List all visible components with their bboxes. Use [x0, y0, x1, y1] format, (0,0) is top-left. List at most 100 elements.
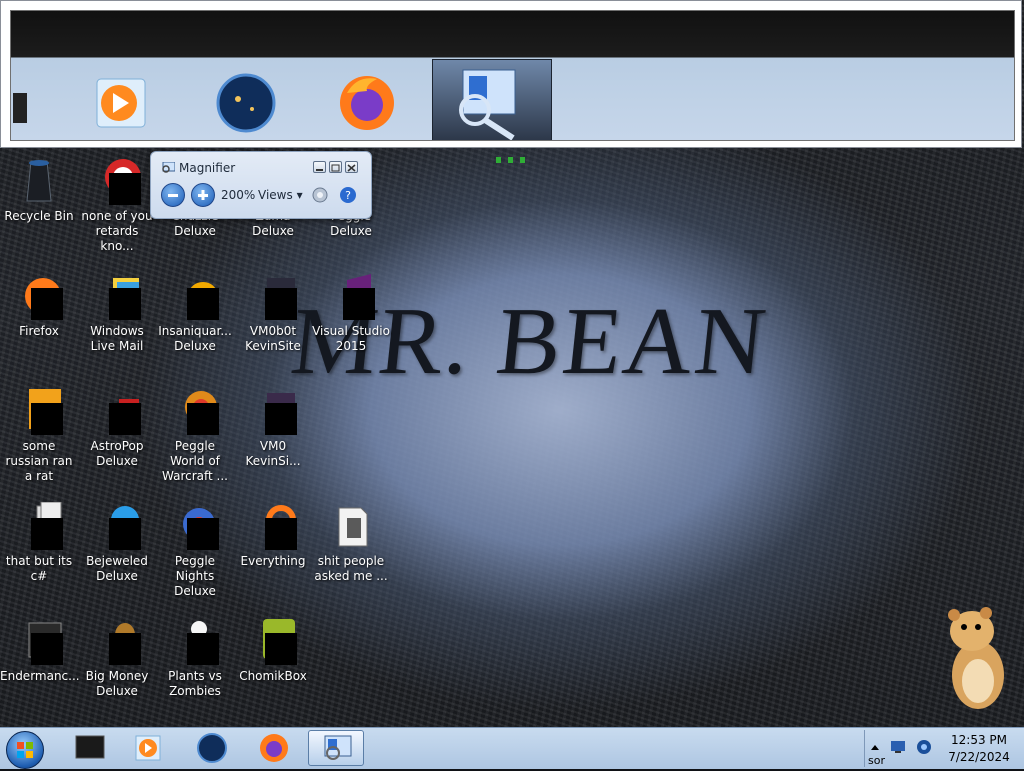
- desktop-icon-none-of-you[interactable]: none of you retards kno...: [78, 157, 156, 254]
- desktop-icon-label: Plants vs Zombies: [168, 669, 222, 698]
- desktop-icon-everything[interactable]: Everything: [234, 502, 312, 569]
- censor-block: [31, 288, 63, 320]
- volume-icon[interactable]: [916, 739, 932, 755]
- desktop-icon-label: shit people asked me ...: [314, 554, 388, 583]
- desktop-icon-insaniquarium[interactable]: Insaniquar... Deluxe: [156, 272, 234, 354]
- censor-block: [31, 518, 63, 550]
- desktop-icon-that-but-c-sharp[interactable]: that but its c#: [0, 501, 78, 584]
- taskbar-app-1[interactable]: [62, 730, 118, 766]
- gear-icon: [312, 187, 328, 203]
- tray-text: sor: [868, 754, 885, 767]
- desktop-icon-chomikbox[interactable]: ChomikBox: [234, 617, 312, 684]
- desktop-icon-label: Peggle World of Warcraft ...: [162, 439, 228, 483]
- magnified-taskbar-view: [10, 10, 1015, 141]
- censor-block: [265, 288, 297, 320]
- firefox-icon: [260, 734, 288, 762]
- desktop-icon-label: ChomikBox: [239, 669, 307, 683]
- views-dropdown[interactable]: Views ▾: [258, 188, 303, 202]
- censor-block: [187, 403, 219, 435]
- desktop-icon-label: none of you retards kno...: [81, 209, 153, 253]
- help-icon: ?: [340, 187, 356, 203]
- desktop-icon-label: Everything: [240, 554, 306, 568]
- magnified-media-player-icon: [96, 78, 146, 128]
- desktop-icon-big-money[interactable]: Big Money Deluxe: [78, 617, 156, 699]
- desktop-icon-endermanch[interactable]: Endermanc...: [0, 617, 80, 684]
- censor-block: [31, 403, 63, 435]
- desktop-icon-peggle-nights[interactable]: Peggle Nights Deluxe: [156, 502, 234, 599]
- magnified-globe-icon: [216, 73, 276, 133]
- desktop-icon-windows-live-mail[interactable]: Windows Live Mail: [78, 272, 156, 354]
- help-button[interactable]: ?: [339, 186, 357, 204]
- censor-block: [265, 633, 297, 665]
- magnified-partial-icon: [13, 93, 27, 123]
- desktop-icon-vm0-kevinsite[interactable]: VM0 KevinSi...: [234, 387, 312, 469]
- plus-icon: [198, 190, 208, 200]
- censor-block: [343, 288, 375, 320]
- censor-block: [109, 288, 141, 320]
- taskbar-media-player[interactable]: [120, 730, 176, 766]
- desktop-icon-bejeweled[interactable]: Bejeweled Deluxe: [78, 502, 156, 584]
- taskbar-globe[interactable]: [184, 730, 240, 766]
- desktop-icon-recycle-bin[interactable]: Recycle Bin: [0, 157, 78, 224]
- window-title: Magnifier: [179, 161, 236, 175]
- close-icon: [347, 164, 356, 172]
- clock-date[interactable]: 7/22/2024: [940, 750, 1018, 764]
- chevron-down-icon: ▾: [296, 188, 303, 202]
- network-icon[interactable]: [890, 740, 906, 754]
- desktop-icon-label: VM0 KevinSi...: [245, 439, 301, 468]
- censor-block: [109, 403, 141, 435]
- censor-block: [109, 633, 141, 665]
- censor-block: [187, 288, 219, 320]
- desktop-icon-firefox[interactable]: Firefox: [0, 272, 78, 339]
- censor-block: [109, 173, 141, 205]
- hamster-icon: [948, 607, 1004, 709]
- desktop-icon-plants-vs-zombies[interactable]: Plants vs Zombies: [156, 617, 234, 699]
- desktop-icon-astropop[interactable]: AstroPop Deluxe: [78, 387, 156, 469]
- censor-block: [187, 633, 219, 665]
- magnified-magnifier-icon: [459, 69, 516, 140]
- desktop-icon-label: Bejeweled Deluxe: [86, 554, 148, 583]
- zoom-level: 200%: [221, 188, 256, 202]
- recycle-bin-icon: [26, 160, 52, 202]
- options-button[interactable]: [311, 186, 329, 204]
- maximize-icon: [331, 164, 340, 172]
- desktop-icon-label: Recycle Bin: [4, 209, 74, 223]
- desktop-icon-label: Visual Studio 2015: [312, 324, 390, 353]
- magnifier-lens: [0, 0, 1022, 148]
- divider: [864, 730, 865, 767]
- desktop-icon-vm0b0t[interactable]: VM0b0t KevinSite: [234, 272, 312, 354]
- hamster-desktop-pet[interactable]: [940, 603, 1010, 713]
- zoom-out-button[interactable]: [161, 183, 185, 207]
- desktop-icon-label: Firefox: [19, 324, 59, 338]
- minimize-button[interactable]: [313, 161, 326, 173]
- clock-time[interactable]: 12:53 PM: [940, 733, 1018, 747]
- maximize-button[interactable]: [329, 161, 342, 173]
- desktop-icon-label: some russian ran a rat: [5, 439, 73, 483]
- desktop-icon-shit-people-asked[interactable]: shit people asked me ...: [312, 502, 390, 584]
- desktop-icon-label: VM0b0t KevinSite: [245, 324, 301, 353]
- chevron-up-icon[interactable]: [870, 742, 880, 752]
- censor-block: [187, 518, 219, 550]
- magnifier-app-icon: [162, 162, 175, 173]
- desktop-icon-label: that but its c#: [5, 554, 73, 583]
- start-button[interactable]: [6, 731, 44, 769]
- taskbar-magnifier[interactable]: [308, 730, 364, 766]
- minimize-icon: [316, 169, 323, 171]
- desktop-icon-label: Insaniquar... Deluxe: [158, 324, 232, 353]
- censor-block: [265, 518, 297, 550]
- desktop-icon-label: Peggle Nights Deluxe: [174, 554, 216, 598]
- desktop-icon-visual-studio[interactable]: Visual Studio 2015: [312, 272, 390, 354]
- desktop-icon-label: Endermanc...: [0, 669, 80, 683]
- censor-block: [31, 633, 63, 665]
- magnifier-icon: [324, 735, 352, 760]
- desktop-icon-russian-rat[interactable]: some russian ran a rat: [0, 387, 78, 484]
- views-label: Views: [258, 188, 293, 202]
- media-player-icon: [135, 735, 161, 761]
- magnified-firefox-icon: [340, 76, 394, 130]
- desktop-icon-peggle-wow[interactable]: Peggle World of Warcraft ...: [156, 387, 234, 484]
- censor-block: [265, 403, 297, 435]
- taskbar-firefox[interactable]: [246, 730, 302, 766]
- magnifier-window[interactable]: Magnifier 200% Views ▾ ?: [150, 151, 372, 219]
- close-button[interactable]: [345, 161, 358, 173]
- zoom-in-button[interactable]: [191, 183, 215, 207]
